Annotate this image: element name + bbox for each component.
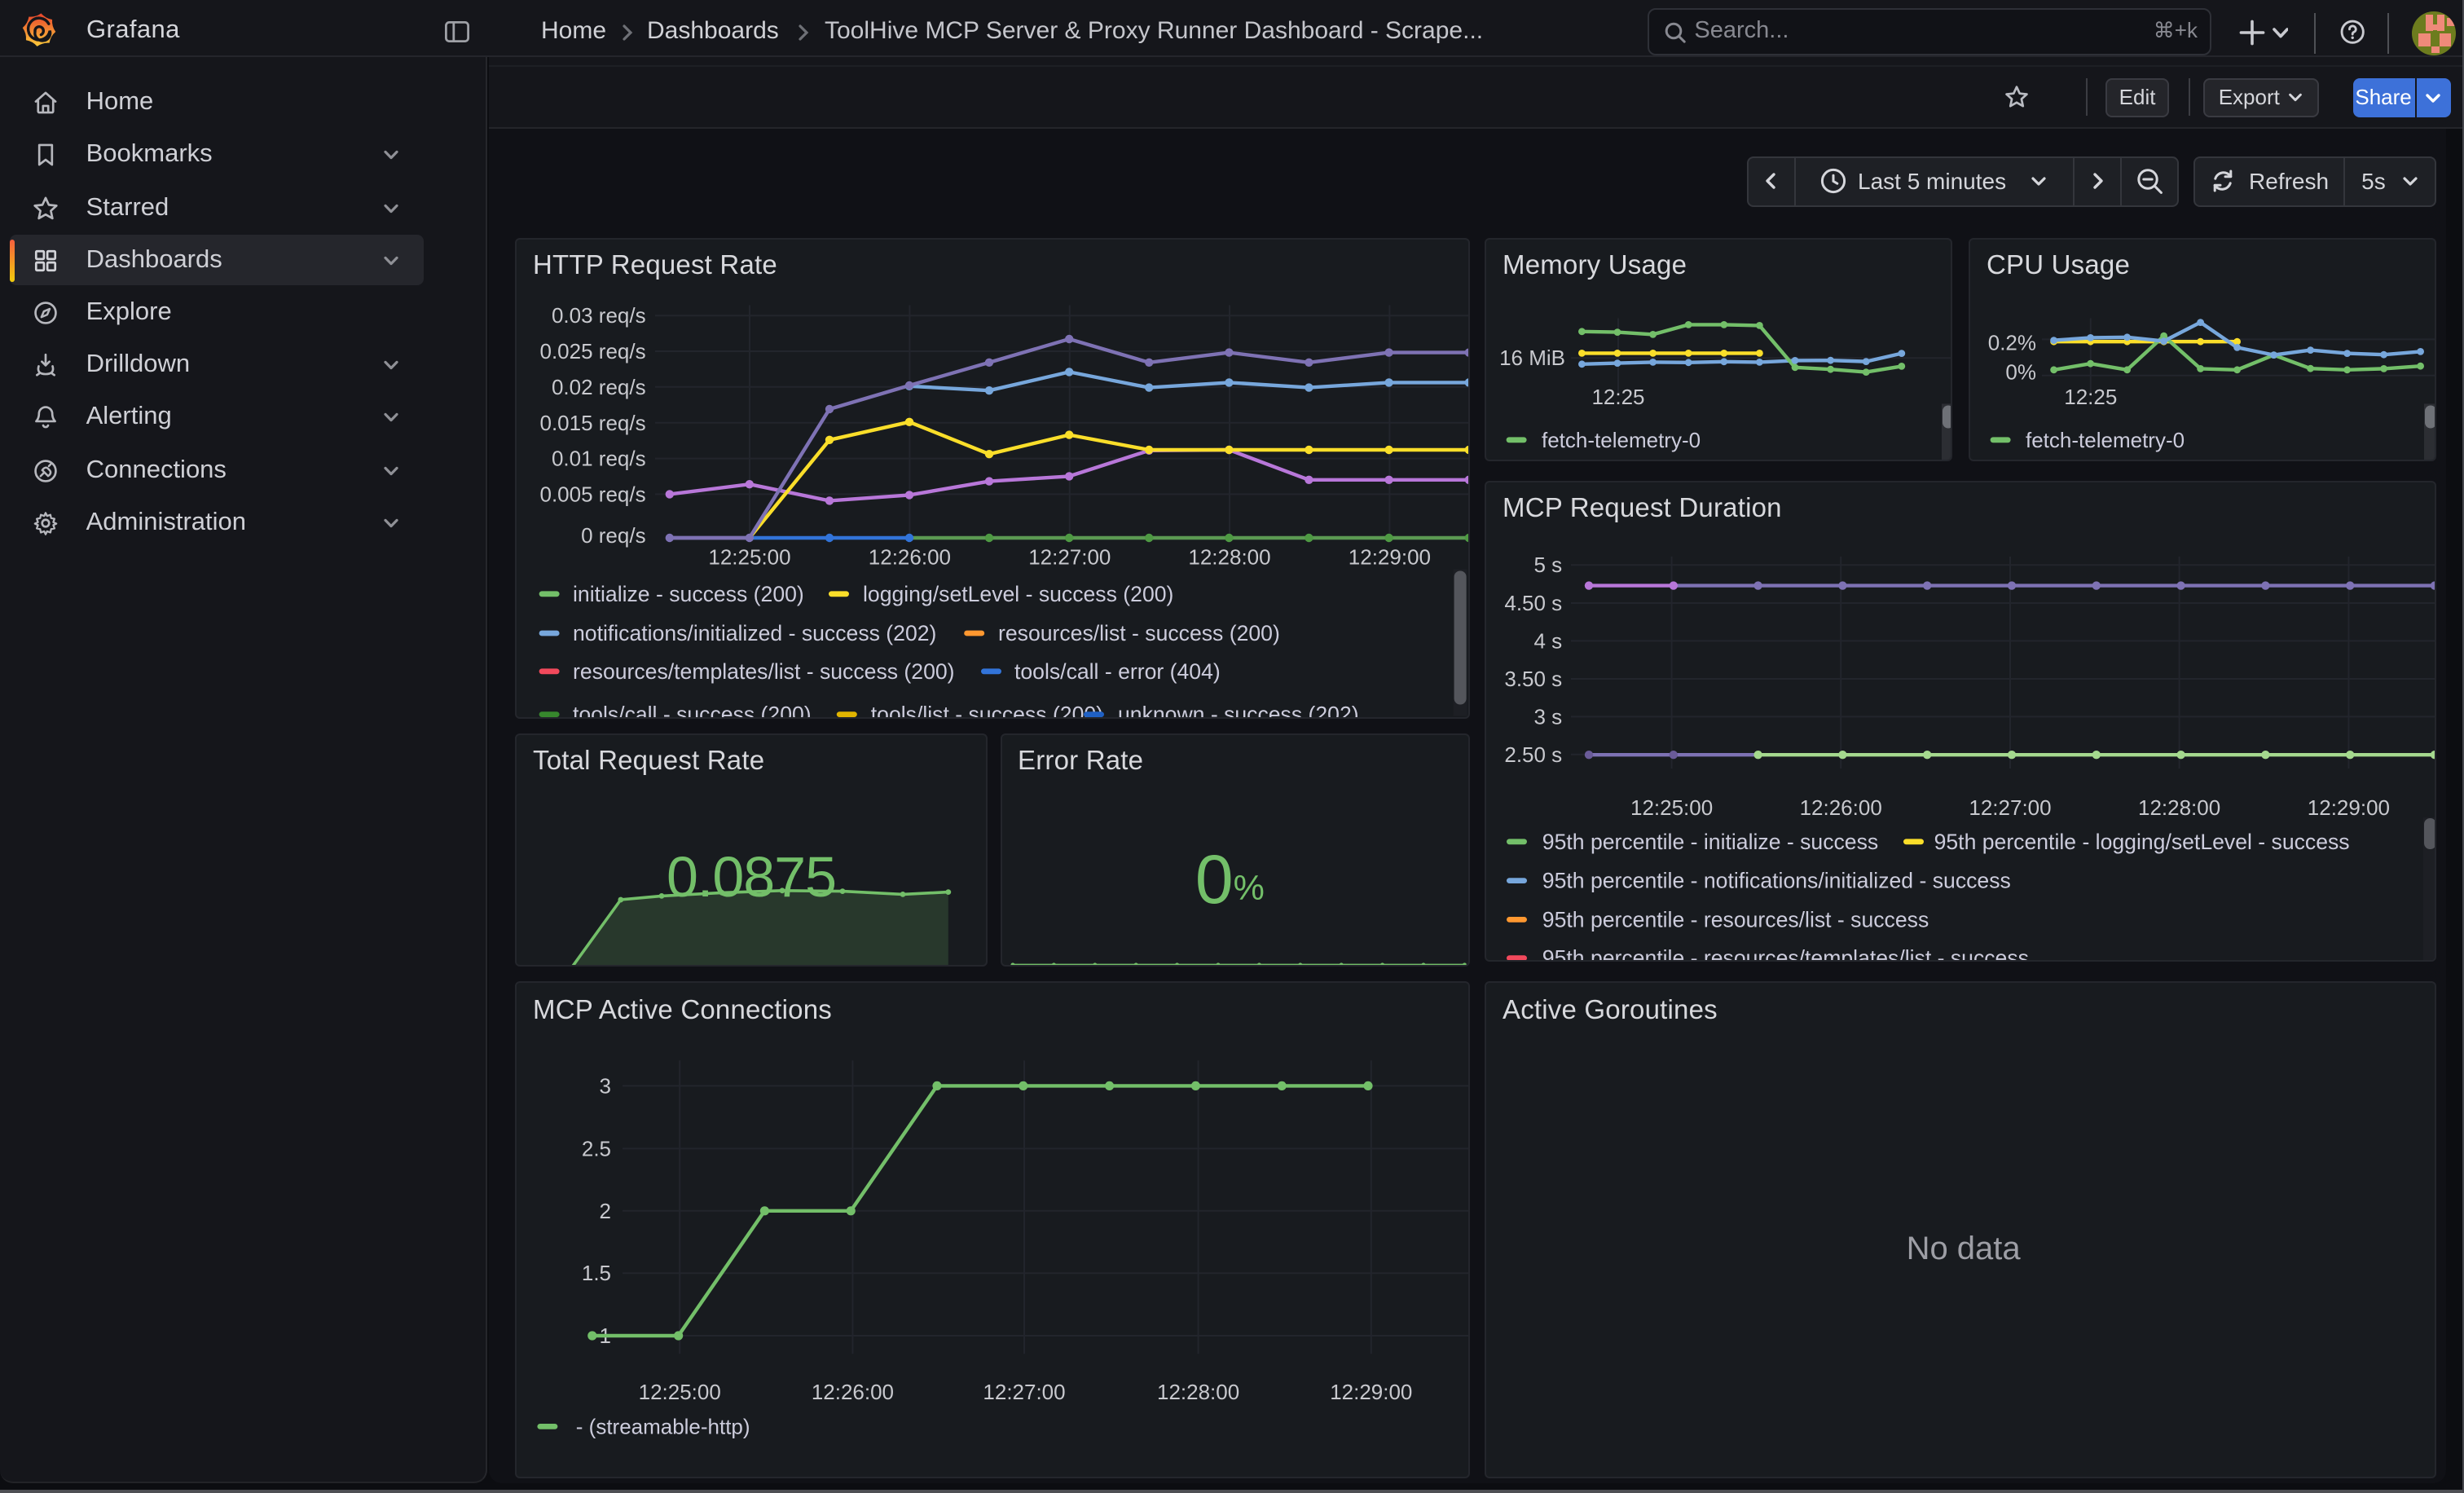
svg-text:0.025 req/s: 0.025 req/s [540,339,646,363]
svg-text:0.01 req/s: 0.01 req/s [552,446,646,470]
svg-text:12:27:00: 12:27:00 [1969,795,2051,819]
svg-text:3 s: 3 s [1534,703,1563,728]
svg-text:12:28:00: 12:28:00 [2138,795,2220,819]
svg-text:initialize - success (200): initialize - success (200) [573,581,804,606]
svg-text:95th percentile - resources/te: 95th percentile - resources/templates/li… [1542,945,2029,962]
svg-text:resources/list - success (200): resources/list - success (200) [998,621,1280,645]
svg-text:95th percentile - notification: 95th percentile - notifications/initiali… [1542,868,2011,892]
svg-text:12:26:00: 12:26:00 [1800,795,1882,819]
svg-text:0.015 req/s: 0.015 req/s [540,410,646,434]
svg-text:0.02 req/s: 0.02 req/s [552,374,646,399]
svg-text:16 MiB: 16 MiB [1499,346,1565,370]
svg-text:12:26:00: 12:26:00 [869,544,951,569]
svg-text:0%: 0% [2005,359,2036,384]
svg-text:12:25:00: 12:25:00 [1630,795,1713,819]
svg-text:2.5: 2.5 [582,1137,611,1161]
svg-text:0.005 req/s: 0.005 req/s [540,482,646,506]
svg-text:4.50 s: 4.50 s [1504,590,1562,614]
svg-text:4 s: 4 s [1534,628,1563,652]
svg-text:0 req/s: 0 req/s [581,523,646,548]
svg-text:0.2%: 0.2% [1988,330,2036,355]
svg-text:12:25:00: 12:25:00 [639,1381,721,1405]
svg-text:12:26:00: 12:26:00 [812,1381,894,1405]
svg-text:resources/templates/list - suc: resources/templates/list - success (200) [573,658,955,683]
svg-text:5 s: 5 s [1534,552,1563,576]
svg-text:12:27:00: 12:27:00 [1028,544,1111,569]
svg-text:notifications/initialized - su: notifications/initialized - success (202… [573,621,936,645]
svg-text:12:28:00: 12:28:00 [1188,544,1270,569]
svg-text:3: 3 [600,1074,611,1099]
svg-text:95th percentile - resources/li: 95th percentile - resources/list - succe… [1542,906,1929,931]
svg-text:tools/call - error (404): tools/call - error (404) [1014,658,1221,683]
svg-text:- (streamable-http): - (streamable-http) [576,1415,750,1439]
svg-text:12:29:00: 12:29:00 [1330,1381,1412,1405]
svg-text:tools/list - success (200): tools/list - success (200) [871,702,1103,719]
svg-text:2.50 s: 2.50 s [1504,742,1562,766]
svg-text:No data: No data [1907,1231,2022,1267]
svg-text:1.5: 1.5 [582,1262,611,1286]
svg-text:12:25: 12:25 [2064,385,2117,409]
svg-text:95th percentile - initialize -: 95th percentile - initialize - success [1542,829,1878,853]
svg-text:tools/call - success (200): tools/call - success (200) [573,702,812,719]
svg-text:12:25:00: 12:25:00 [708,544,790,569]
svg-text:12:25: 12:25 [1591,385,1644,409]
svg-text:12:29:00: 12:29:00 [1349,544,1431,569]
svg-text:0.03 req/s: 0.03 req/s [552,303,646,328]
svg-text:12:29:00: 12:29:00 [2308,795,2390,819]
svg-text:3.50 s: 3.50 s [1504,666,1562,690]
svg-text:fetch-telemetry-0: fetch-telemetry-0 [2026,427,2185,451]
svg-text:95th percentile - logging/setL: 95th percentile - logging/setLevel - suc… [1934,829,2350,853]
svg-text:12:27:00: 12:27:00 [983,1381,1065,1405]
svg-text:12:28:00: 12:28:00 [1157,1381,1239,1405]
svg-text:logging/setLevel - success (20: logging/setLevel - success (200) [863,581,1173,606]
svg-text:2: 2 [600,1200,611,1224]
svg-text:fetch-telemetry-0: fetch-telemetry-0 [1542,427,1701,451]
svg-text:unknown - success (202): unknown - success (202) [1118,702,1359,719]
